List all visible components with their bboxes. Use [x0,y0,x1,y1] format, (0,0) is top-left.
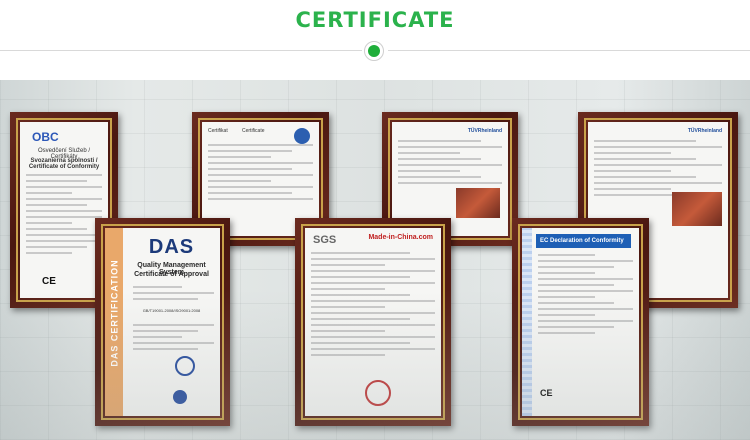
certificate-ec: EC Declaration of Conformity CE [522,228,639,416]
certificate-frame-ec[interactable]: EC Declaration of Conformity CE [512,218,649,426]
obc-logo: OBC [32,130,59,144]
stamp-icon [365,380,391,406]
cert2-left-word: Certifikat [208,128,228,134]
divider-left [0,50,362,51]
ec-side-band [522,228,532,416]
das-subtitle: Certificate of Approval [134,271,209,278]
obc-subtitle: Svozanierna spolnosti / Certificate of C… [28,158,100,170]
iaf-logo-icon [173,390,187,404]
divider-right [388,50,750,51]
das-side-text: DAS CERTIFICATION [109,259,120,367]
product-photo [672,192,722,226]
ec-title: EC Declaration of Conformity [536,234,631,248]
ce-mark: CE [540,388,553,398]
tuv-brand: TÜVRheinland [467,128,502,134]
sgs-logo: SGS [313,234,337,246]
das-side-band: DAS CERTIFICATION [105,228,123,416]
section-header: CERTIFICATE [0,0,750,80]
das-code: GB/T19001-2008/ISO9001:2008 [142,308,201,313]
cert2-right-word: Certificate [242,128,265,134]
certificate-sgs: SGS Made-in-China.com [305,228,441,416]
seal-icon [175,356,195,376]
das-logo: DAS [148,236,195,258]
divider-dot [368,45,380,57]
tuv-triangle-icon [294,128,310,144]
page-title: CERTIFICATE [295,8,455,32]
tuv-brand: TÜVRheinland [687,128,722,134]
ce-mark: CE [42,276,56,287]
certificate-das: DAS CERTIFICATION DAS Quality Management… [105,228,220,416]
made-in-china-logo: Made-in-China.com [368,234,433,241]
certificate-frame-das[interactable]: DAS CERTIFICATION DAS Quality Management… [95,218,230,426]
certificate-wall: OBC Osvedčení Služeb / Certifikáty Svoza… [0,80,750,440]
product-photo [456,188,500,218]
certificate-frame-sgs[interactable]: SGS Made-in-China.com [295,218,451,426]
